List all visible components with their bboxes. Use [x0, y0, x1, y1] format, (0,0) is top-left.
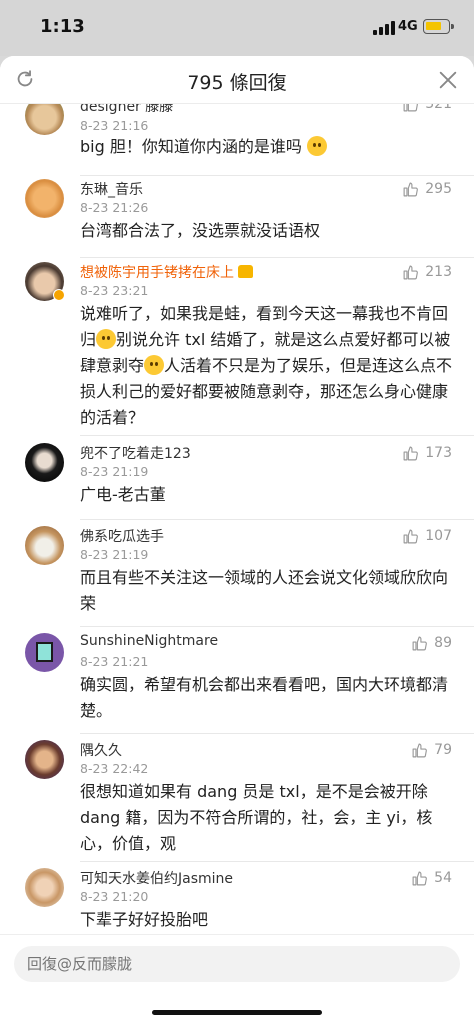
divider	[80, 175, 474, 176]
like-button[interactable]: 54	[411, 868, 452, 888]
comment-text: 说难听了，如果我是蛙，看到今天这一幕我也不肯回归 别说允许 txl 结婚了，就是这…	[80, 301, 455, 431]
thumbs-up-icon	[412, 636, 428, 650]
comment-text: 很想知道如果有 dang 员是 txl，是不是会被开除 dang 籍，因为不符合…	[80, 782, 433, 853]
comment-text: 广电-老古董	[80, 485, 166, 504]
comment-list[interactable]: designer 滕滕 321 8-23 21:16 big 胆！你知道你内涵的…	[0, 104, 474, 934]
avatar[interactable]	[25, 740, 64, 779]
close-icon[interactable]	[437, 69, 459, 91]
pixel-avatar-icon	[36, 642, 53, 662]
like-count: 54	[434, 870, 452, 886]
like-count: 173	[425, 445, 452, 461]
comment-username[interactable]: designer 滕滕	[80, 104, 173, 116]
avatar[interactable]	[25, 104, 64, 135]
like-count: 89	[434, 635, 452, 651]
comment-username[interactable]: 隅久久	[80, 740, 122, 760]
like-button[interactable]: 321	[402, 104, 452, 114]
signal-icon	[373, 21, 395, 35]
reply-bar	[0, 934, 474, 1024]
avatar[interactable]	[25, 179, 64, 218]
like-count: 79	[434, 742, 452, 758]
comments-sheet: 795 條回復 designer 滕滕 321 8-23 21:16 big 胆…	[0, 56, 474, 1024]
divider	[80, 519, 474, 520]
thumbs-up-icon	[403, 446, 419, 460]
comment-time: 8-23 23:21	[80, 283, 149, 298]
comment-username[interactable]: 东琳_音乐	[80, 179, 143, 199]
like-count: 295	[425, 181, 452, 197]
comment-username[interactable]: SunshineNightmare	[80, 633, 218, 649]
smile-emoji-icon	[144, 355, 165, 375]
status-bar: 1:13 4G	[0, 0, 474, 56]
comment-text: 下辈子好好投胎吧	[80, 910, 209, 929]
comment-time: 8-23 21:19	[80, 547, 149, 562]
divider	[80, 733, 474, 734]
status-time: 1:13	[40, 16, 85, 37]
divider	[80, 435, 474, 436]
like-count: 107	[425, 528, 452, 544]
comment-text-content: big 胆！你知道你内涵的是谁吗	[80, 137, 302, 156]
divider	[80, 257, 474, 258]
avatar[interactable]	[25, 633, 64, 672]
thumbs-up-icon	[412, 743, 428, 757]
home-indicator[interactable]	[152, 1010, 322, 1015]
comment-username[interactable]: 可知天水姜伯约Jasmine	[80, 868, 233, 888]
crown-emoji-icon	[238, 265, 254, 278]
comment-time: 8-23 22:42	[80, 761, 149, 776]
avatar[interactable]	[25, 526, 64, 565]
reply-input[interactable]	[14, 946, 460, 982]
like-button[interactable]: 79	[411, 740, 452, 760]
page-title: 795 條回復	[187, 72, 287, 94]
comment-time: 8-23 21:26	[80, 200, 149, 215]
like-button[interactable]: 295	[402, 179, 452, 199]
comment-time: 8-23 21:16	[80, 118, 149, 133]
comment-time: 8-23 21:21	[80, 654, 149, 669]
comment-text: 而且有些不关注这一领域的人还会说文化领域欣欣向荣	[80, 568, 449, 613]
smile-emoji-icon	[96, 329, 117, 349]
comment-username[interactable]: 佛系吃瓜选手	[80, 526, 164, 546]
comment-time: 8-23 21:20	[80, 889, 149, 904]
thumbs-up-icon	[403, 529, 419, 543]
verified-badge-icon	[53, 289, 65, 301]
divider	[80, 861, 474, 862]
like-count: 321	[425, 104, 452, 112]
thumbs-up-icon	[403, 182, 419, 196]
comment-text: big 胆！你知道你内涵的是谁吗	[80, 134, 455, 160]
comment-time: 8-23 21:19	[80, 464, 149, 479]
thumbs-up-icon	[403, 104, 419, 111]
comment-username[interactable]: 兜不了吃着走123	[80, 443, 191, 463]
divider	[80, 626, 474, 627]
comment-text: 台湾都合法了，没选票就没话语权	[80, 221, 321, 240]
like-button[interactable]: 173	[402, 443, 452, 463]
thumbs-up-icon	[403, 265, 419, 279]
comment-username[interactable]: 想被陈宇用手铐拷在床上	[80, 262, 254, 282]
battery-icon	[423, 19, 454, 34]
comment-username-text: 想被陈宇用手铐拷在床上	[80, 265, 234, 281]
dog-emoji-icon	[306, 136, 327, 156]
thumbs-up-icon	[412, 871, 428, 885]
avatar[interactable]	[25, 868, 64, 907]
like-button[interactable]: 107	[402, 526, 452, 546]
comment-text: 确实圆，希望有机会都出来看看吧，国内大环境都清楚。	[80, 675, 449, 720]
like-button[interactable]: 213	[402, 262, 452, 282]
network-type: 4G	[398, 19, 418, 34]
like-button[interactable]: 89	[411, 633, 452, 653]
sheet-header: 795 條回復	[0, 56, 474, 104]
avatar[interactable]	[25, 443, 64, 482]
like-count: 213	[425, 264, 452, 280]
